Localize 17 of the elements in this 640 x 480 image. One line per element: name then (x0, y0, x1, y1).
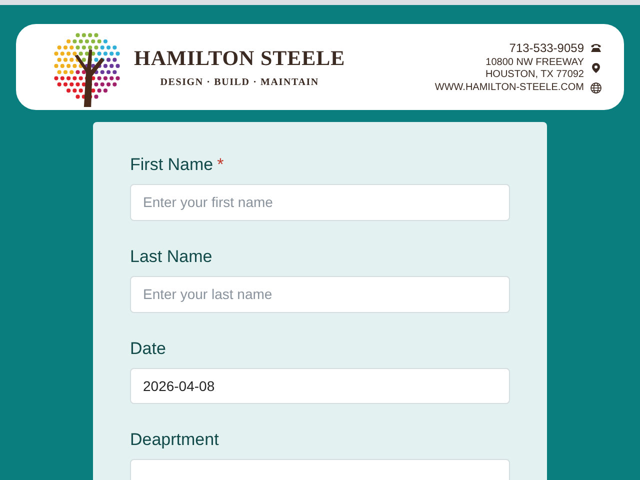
phone-number: 713-533-9059 (509, 40, 584, 54)
website-url: WWW.HAMILTON-STEELE.COM (434, 82, 584, 93)
field-label: First Name (130, 155, 214, 176)
company-name: HAMILTON STEELE (134, 46, 346, 71)
telephone-icon (590, 42, 602, 54)
address-line: HOUSTON, TX 77092 (485, 68, 584, 80)
input-field[interactable]: 2026-04-08 (130, 368, 510, 404)
map-pin-icon (590, 62, 602, 74)
field-label: Deaprtment (130, 430, 219, 450)
address-line: 10800 NW FREEWAY (486, 56, 584, 68)
required-mark: * (217, 155, 224, 176)
field-label: Date (130, 338, 166, 359)
globe-icon (590, 82, 602, 94)
input-field[interactable]: Enter your last name (130, 276, 510, 312)
tagline: DESIGN · BUILD · MAINTAIN (160, 77, 319, 88)
input-field[interactable]: Enter your first name (130, 184, 510, 221)
field-label: Last Name (130, 246, 212, 267)
